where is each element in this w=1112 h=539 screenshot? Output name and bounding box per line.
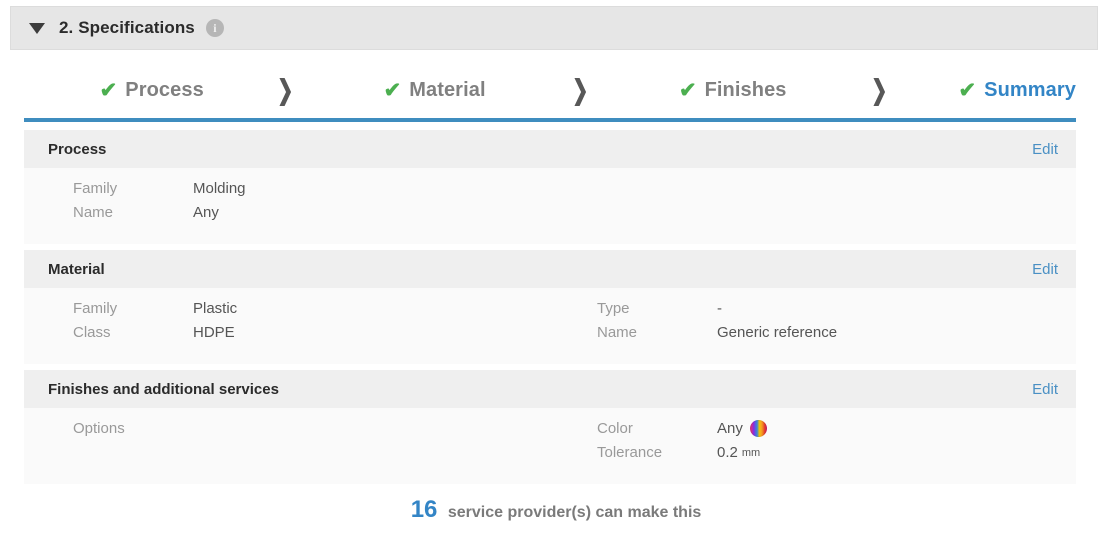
field-value: Generic reference (717, 324, 838, 341)
section-process: Process Edit Family Molding Name Any (24, 130, 1076, 244)
field-value: Plastic (193, 300, 238, 317)
tab-summary[interactable]: ✔ Summary (959, 79, 1076, 102)
field-material-name: Name Generic reference (597, 324, 1076, 348)
field-label: Name (73, 204, 114, 221)
field-value: 0.2 (717, 444, 738, 461)
chevron-right-icon: ❯ (871, 74, 888, 105)
field-material-class: Class HDPE (73, 324, 550, 348)
field-finishes-color: Color Any (597, 420, 1076, 444)
provider-summary: 16 service provider(s) can make this (0, 496, 1112, 524)
field-label: Name (597, 324, 638, 341)
specifications-panel-header[interactable]: 2. Specifications i (10, 6, 1098, 50)
specification-steps: ✔ Process ❯ ✔ Material ❯ ✔ Finishes ❯ ✔ … (24, 62, 1076, 118)
section-material-body: Family Plastic Class HDPE Type - Name Ge… (24, 288, 1076, 364)
field-label: Color (597, 420, 633, 437)
check-icon: ✔ (958, 78, 977, 102)
section-material-left-column: Family Plastic Class HDPE (24, 300, 550, 348)
field-finishes-tolerance: Tolerance 0.2 mm (597, 444, 1076, 468)
section-process-header: Process Edit (24, 130, 1076, 168)
field-material-family: Family Plastic (73, 300, 550, 324)
edit-process-link[interactable]: Edit (1032, 141, 1062, 158)
section-finishes-body: Options Color Any Tolerance 0.2 mm (24, 408, 1076, 484)
section-process-right-column (550, 180, 1076, 228)
chevron-right-icon: ❯ (572, 74, 589, 105)
field-label: Type (597, 300, 630, 317)
section-finishes: Finishes and additional services Edit Op… (24, 370, 1076, 484)
page-title: 2. Specifications (59, 18, 195, 37)
field-unit: mm (741, 446, 761, 459)
section-finishes-left-column: Options (24, 420, 550, 468)
tab-summary-label: Summary (984, 78, 1076, 101)
field-value: HDPE (193, 324, 235, 341)
chevron-right-icon: ❯ (276, 74, 294, 105)
section-finishes-right-column: Color Any Tolerance 0.2 mm (550, 420, 1076, 468)
tab-process[interactable]: ✔ Process (100, 79, 204, 102)
section-finishes-header: Finishes and additional services Edit (24, 370, 1076, 408)
tab-material[interactable]: ✔ Material (384, 79, 486, 102)
tab-finishes-label: Finishes (704, 78, 787, 101)
field-label: Family (73, 180, 118, 197)
check-icon: ✔ (99, 78, 118, 102)
section-finishes-title: Finishes and additional services (48, 380, 279, 398)
summary-card: Process Edit Family Molding Name Any Mat… (24, 130, 1076, 484)
field-value-wrapper: Any (717, 420, 767, 437)
check-icon: ✔ (383, 78, 402, 102)
tab-finishes[interactable]: ✔ Finishes (679, 79, 787, 102)
rainbow-color-swatch-icon (749, 420, 767, 437)
field-label: Class (73, 324, 111, 341)
field-process-name: Name Any (73, 204, 550, 228)
field-label: Tolerance (597, 444, 663, 461)
field-value: - (717, 300, 722, 317)
section-material: Material Edit Family Plastic Class HDPE … (24, 250, 1076, 364)
provider-text: service provider(s) can make this (447, 504, 702, 521)
active-tab-underline (24, 118, 1076, 122)
field-value: Any (717, 420, 743, 437)
field-label: Family (73, 300, 118, 317)
section-material-header: Material Edit (24, 250, 1076, 288)
field-value: Any (193, 204, 219, 221)
field-material-type: Type - (597, 300, 1076, 324)
section-process-body: Family Molding Name Any (24, 168, 1076, 244)
edit-finishes-link[interactable]: Edit (1032, 381, 1062, 398)
field-finishes-options: Options (73, 420, 550, 444)
section-material-right-column: Type - Name Generic reference (550, 300, 1076, 348)
tab-process-label: Process (125, 78, 204, 101)
tab-material-label: Material (409, 78, 486, 101)
section-process-title: Process (48, 140, 107, 158)
check-icon: ✔ (678, 78, 697, 102)
section-material-title: Material (48, 260, 105, 278)
info-icon[interactable]: i (205, 19, 224, 37)
field-label: Options (73, 420, 125, 437)
field-value: Molding (193, 180, 246, 197)
triangle-down-icon[interactable] (29, 22, 45, 34)
section-process-left-column: Family Molding Name Any (24, 180, 550, 228)
provider-count: 16 (410, 496, 438, 523)
field-process-family: Family Molding (73, 180, 550, 204)
field-value-wrapper: 0.2 mm (717, 444, 760, 461)
edit-material-link[interactable]: Edit (1032, 261, 1062, 278)
